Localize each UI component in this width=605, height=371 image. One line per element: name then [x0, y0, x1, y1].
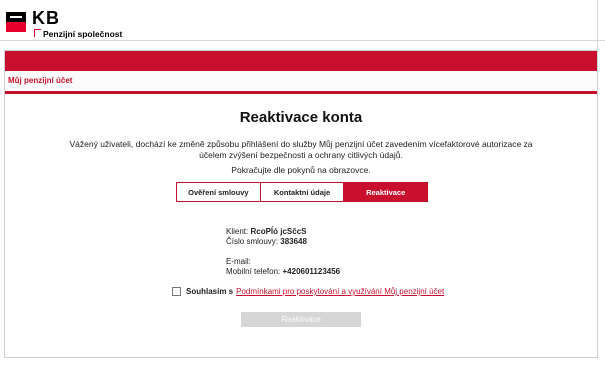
continue-text: Pokračujte dle pokynů na obrazovce.: [231, 165, 371, 175]
terms-link[interactable]: Podmínkami pro poskytování a využívání M…: [236, 287, 444, 296]
phone-row: Mobilní telefon: +420601123456: [226, 267, 340, 277]
client-row: Klient: RcoPĺó jcSčcS: [226, 227, 340, 237]
contract-number: 383648: [280, 237, 307, 246]
consent-row: Souhlasím s Podmínkami pro poskytování a…: [172, 287, 444, 296]
reactivate-button[interactable]: Reaktivace: [241, 312, 361, 327]
red-banner: [5, 51, 597, 71]
contract-row: Číslo smlouvy: 383648: [226, 237, 340, 247]
content-frame: Můj penzijní účet Reaktivace konta Vážen…: [4, 50, 598, 358]
breadcrumb: Můj penzijní účet: [5, 71, 597, 94]
client-label: Klient:: [226, 227, 249, 236]
consent-checkbox[interactable]: [172, 287, 181, 296]
email-label: E-mail:: [226, 257, 251, 266]
logo-text: KB: [32, 8, 60, 28]
phone-value: +420601123456: [282, 267, 341, 276]
contract-label: Číslo smlouvy:: [226, 237, 279, 246]
header-side-divider: [597, 0, 598, 50]
intro-text: Vážený uživateli, dochází ke změně způso…: [69, 139, 533, 160]
email-row: E-mail:: [226, 257, 340, 267]
step-tabs: Ověření smlouvy Kontaktní údaje Reaktiva…: [176, 182, 429, 202]
phone-label: Mobilní telefon:: [226, 267, 281, 276]
breadcrumb-link[interactable]: Můj penzijní účet: [8, 76, 72, 85]
page-title: Reaktivace konta: [239, 109, 363, 126]
client-info: Klient: RcoPĺó jcSčcS Číslo smlouvy: 383…: [226, 227, 340, 277]
consent-prefix: Souhlasím s: [186, 287, 234, 296]
step-contact-details[interactable]: Kontaktní údaje: [260, 182, 345, 202]
step-verify-contract[interactable]: Ověření smlouvy: [176, 182, 261, 202]
header-divider: [0, 40, 605, 41]
client-name: RcoPĺó jcSčcS: [250, 227, 307, 236]
kb-logo-mark: [6, 12, 26, 32]
logo-corner-mark: [34, 29, 41, 37]
step-reactivation[interactable]: Reaktivace: [344, 182, 429, 202]
logo-subtitle: Penzijní společnost: [43, 29, 123, 39]
